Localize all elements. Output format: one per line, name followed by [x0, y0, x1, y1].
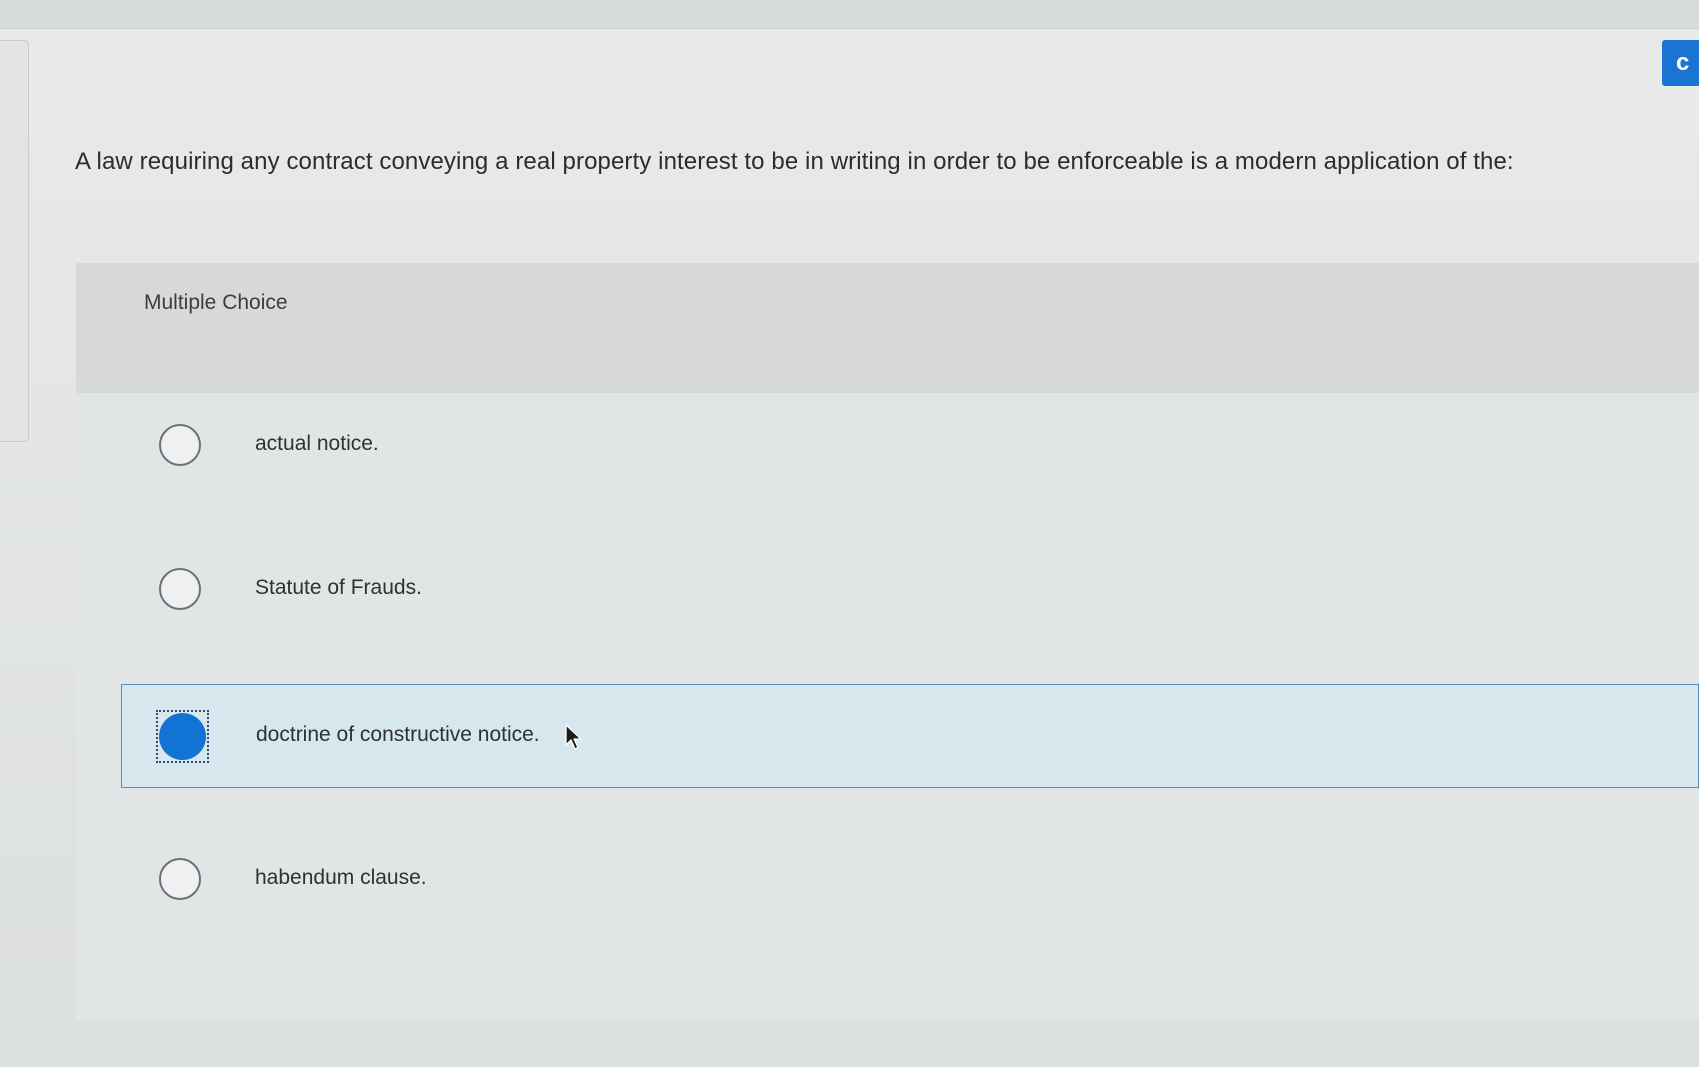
quiz-page: c A law requiring any contract conveying… [0, 0, 1699, 1067]
mouse-pointer-icon [565, 724, 582, 750]
choice-label: habendum clause. [255, 866, 427, 889]
choice-label: doctrine of constructive notice. [256, 723, 540, 746]
choice-label: actual notice. [255, 432, 379, 455]
question-text: A law requiring any contract conveying a… [75, 148, 1514, 175]
choice-option-c[interactable]: doctrine of constructive notice. [121, 684, 1699, 788]
action-button[interactable]: c [1662, 40, 1699, 86]
card-header: Multiple Choice [76, 263, 1699, 393]
radio-button-icon[interactable] [159, 568, 201, 610]
side-panel-edge[interactable] [0, 40, 29, 442]
radio-button-icon[interactable] [159, 858, 201, 900]
top-bar [0, 0, 1699, 29]
choice-option-a[interactable]: actual notice. [121, 394, 1699, 498]
choice-option-b[interactable]: Statute of Frauds. [121, 538, 1699, 642]
radio-button-icon[interactable] [159, 424, 201, 466]
question-type-label: Multiple Choice [144, 291, 288, 314]
radio-button-selected-icon[interactable] [159, 713, 206, 760]
multiple-choice-card: Multiple Choice actual notice. Statute o… [76, 263, 1699, 1020]
choice-label: Statute of Frauds. [255, 576, 422, 599]
choice-option-d[interactable]: habendum clause. [121, 828, 1699, 932]
